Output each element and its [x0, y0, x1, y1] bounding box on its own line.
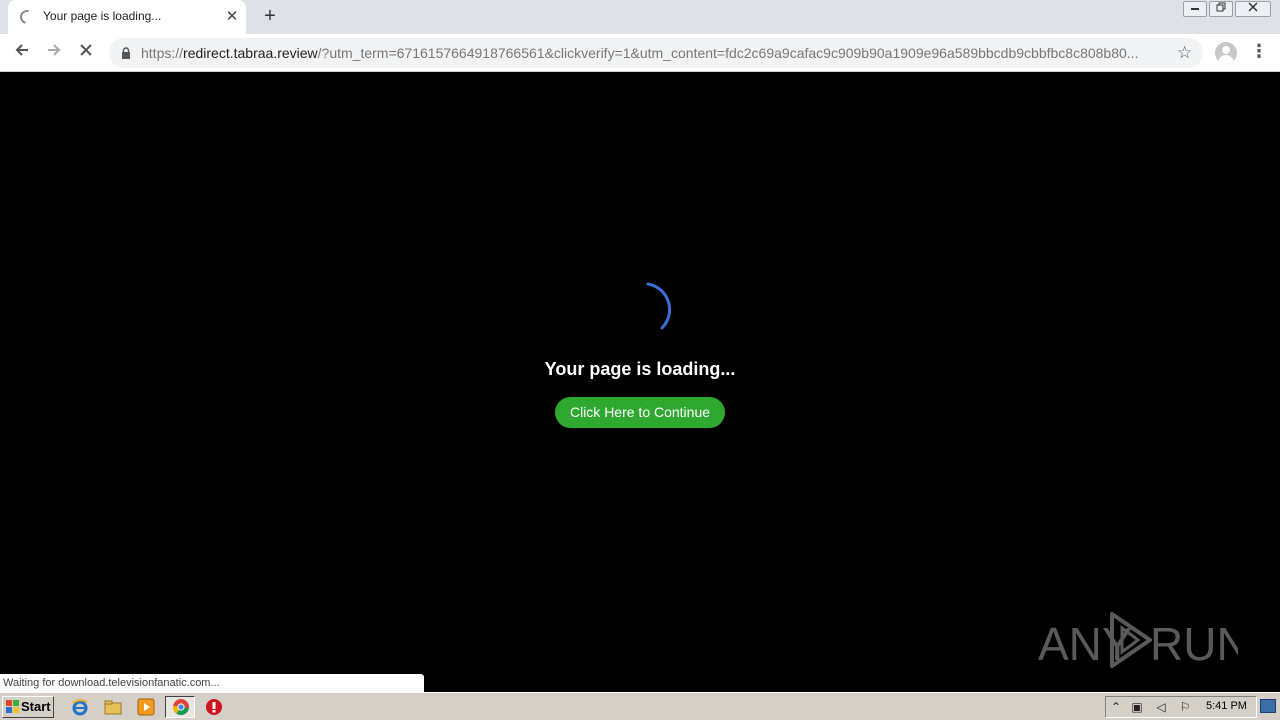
- lock-icon[interactable]: [121, 47, 131, 59]
- chrome-taskbar-button[interactable]: [165, 696, 195, 718]
- minimize-icon: [1191, 8, 1199, 10]
- browser-toolbar: https://redirect.tabraa.review/?utm_term…: [0, 34, 1280, 72]
- loading-spinner-icon: [646, 282, 672, 330]
- back-button[interactable]: [10, 41, 34, 65]
- new-tab-button[interactable]: +: [260, 6, 280, 26]
- continue-button[interactable]: Click Here to Continue: [555, 397, 725, 428]
- windows-logo-icon: [6, 700, 19, 713]
- url-text[interactable]: https://redirect.tabraa.review/?utm_term…: [141, 45, 1171, 61]
- media-player-icon[interactable]: [137, 698, 155, 716]
- url-host: redirect.tabraa.review: [183, 45, 318, 61]
- close-window-button[interactable]: [1235, 1, 1271, 17]
- loading-message: Your page is loading...: [544, 359, 736, 379]
- internet-explorer-icon[interactable]: [71, 698, 89, 716]
- action-center-icon[interactable]: ▣: [1130, 700, 1144, 714]
- url-scheme: https://: [141, 45, 184, 61]
- show-hidden-icons-icon[interactable]: ⌃: [1109, 700, 1123, 714]
- profile-avatar-icon[interactable]: [1215, 42, 1237, 64]
- status-bubble: Waiting for download.televisionfanatic.c…: [0, 674, 424, 692]
- forward-button[interactable]: [42, 41, 66, 65]
- tab-strip: Your page is loading... ✕ +: [0, 0, 1280, 34]
- menu-kebab-icon[interactable]: ⋮: [1250, 42, 1268, 64]
- restore-button[interactable]: [1209, 1, 1233, 17]
- opera-icon[interactable]: [205, 698, 223, 716]
- system-tray: ⌃ ▣ ◁ ⚐ 5:41 PM: [1105, 696, 1257, 718]
- taskbar-clock[interactable]: 5:41 PM: [1206, 700, 1247, 712]
- start-button[interactable]: Start: [2, 696, 54, 718]
- bookmark-star-icon[interactable]: ☆: [1177, 42, 1192, 64]
- back-arrow-icon: [15, 44, 28, 56]
- watermark-text-right: RUN: [1150, 618, 1238, 670]
- close-icon: [1248, 2, 1258, 12]
- minimize-button[interactable]: [1183, 1, 1207, 17]
- volume-icon[interactable]: ◁: [1154, 700, 1168, 714]
- network-flag-icon[interactable]: ⚐: [1178, 700, 1192, 714]
- stop-icon: [80, 44, 92, 56]
- url-path: /?utm_term=6716157664918766561&clickveri…: [317, 45, 1139, 61]
- start-label: Start: [21, 699, 51, 714]
- file-explorer-icon[interactable]: [104, 698, 122, 716]
- restore-icon: [1216, 2, 1226, 12]
- chrome-icon: [172, 699, 189, 715]
- forward-arrow-icon: [48, 44, 61, 56]
- show-desktop-icon[interactable]: [1260, 699, 1276, 713]
- tab-title: Your page is loading...: [43, 9, 162, 23]
- anyrun-watermark-logo: ANY RUN: [1038, 612, 1238, 670]
- tab-close-icon[interactable]: ✕: [224, 8, 240, 24]
- stop-loading-button[interactable]: [74, 41, 98, 65]
- tab-loading-icon: [17, 7, 37, 27]
- address-bar[interactable]: https://redirect.tabraa.review/?utm_term…: [109, 38, 1203, 68]
- page-content: Your page is loading... Click Here to Co…: [0, 72, 1280, 692]
- windows-taskbar: Start ⌃ ▣ ◁ ⚐ 5:41 PM: [0, 692, 1280, 720]
- browser-tab[interactable]: Your page is loading... ✕: [8, 0, 246, 34]
